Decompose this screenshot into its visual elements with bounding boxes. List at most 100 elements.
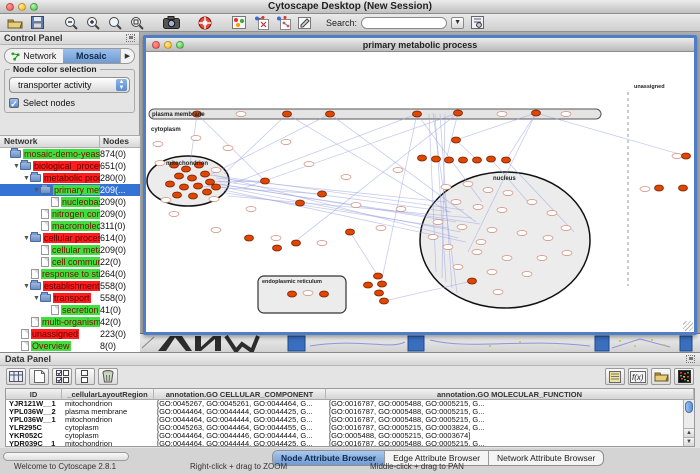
node-label[interactable] bbox=[453, 265, 463, 270]
search-options-icon[interactable] bbox=[468, 15, 486, 30]
tree-item-nucleobase-[interactable]: nucleobase-209(0) bbox=[0, 196, 140, 208]
table-row[interactable]: YJR121W__1mitochondrion[GO:0045267, GO:0… bbox=[6, 400, 683, 408]
node-label[interactable] bbox=[472, 250, 482, 255]
node-label[interactable] bbox=[561, 112, 571, 117]
open-session-icon[interactable] bbox=[6, 15, 24, 30]
tree-item-transport[interactable]: ▼transport558(0) bbox=[0, 292, 140, 304]
node-label[interactable] bbox=[271, 236, 281, 241]
node-label[interactable] bbox=[463, 182, 473, 187]
zoom-out-icon[interactable] bbox=[62, 15, 80, 30]
tree-item-overview[interactable]: Overview8(0) bbox=[0, 340, 140, 352]
expand-triangle-icon[interactable]: ▼ bbox=[23, 283, 30, 290]
node-label[interactable] bbox=[561, 226, 571, 231]
node[interactable] bbox=[682, 153, 691, 159]
edge[interactable] bbox=[506, 113, 536, 160]
color-attribute-dropdown[interactable]: transporter activity ▲▼ bbox=[9, 77, 130, 93]
node[interactable] bbox=[283, 111, 292, 117]
node[interactable] bbox=[166, 181, 175, 187]
snapshot-icon[interactable] bbox=[162, 15, 180, 30]
save-session-icon[interactable] bbox=[28, 15, 46, 30]
node-label[interactable] bbox=[303, 291, 313, 296]
matrix-icon[interactable] bbox=[674, 368, 694, 385]
import-table-icon[interactable] bbox=[651, 368, 671, 385]
tree-item-primary-metabo[interactable]: ▼primary metabo209(... bbox=[0, 184, 140, 196]
tree-item-multi-organism-pr[interactable]: multi-organism pr42(0) bbox=[0, 316, 140, 328]
node[interactable] bbox=[532, 110, 541, 116]
node-label[interactable] bbox=[304, 162, 314, 167]
node[interactable] bbox=[212, 184, 221, 190]
node-label[interactable] bbox=[209, 197, 219, 202]
table-row[interactable]: YKR052Ccytoplasm[GO:0044464, GO:0044446,… bbox=[6, 432, 683, 440]
node-label[interactable] bbox=[543, 236, 553, 241]
node-label[interactable] bbox=[155, 161, 165, 166]
edge[interactable] bbox=[456, 140, 477, 160]
node[interactable] bbox=[203, 189, 212, 195]
column-header-0[interactable]: ID bbox=[6, 389, 62, 399]
zoom-fit-icon[interactable] bbox=[128, 15, 146, 30]
attribute-batch-icon[interactable] bbox=[75, 368, 95, 385]
expand-triangle-icon[interactable]: ▼ bbox=[23, 175, 30, 182]
help-icon[interactable] bbox=[196, 15, 214, 30]
network-canvas[interactable]: plasma membranecytoplasmmitochondrionnuc… bbox=[146, 52, 694, 332]
node-label[interactable] bbox=[483, 188, 493, 193]
node[interactable] bbox=[378, 281, 387, 287]
node-label[interactable] bbox=[236, 112, 246, 117]
edge[interactable] bbox=[202, 174, 464, 210]
column-header-2[interactable]: annotation.GO CELLULAR_COMPONENT bbox=[154, 389, 326, 399]
import-attributes-icon[interactable] bbox=[274, 15, 292, 30]
node-label[interactable] bbox=[457, 225, 467, 230]
node-label[interactable] bbox=[433, 220, 443, 225]
table-scrollbar[interactable]: ▲ ▼ bbox=[683, 400, 694, 446]
scroll-up-icon[interactable]: ▲ bbox=[684, 428, 694, 437]
formula-notepad-icon[interactable] bbox=[605, 368, 625, 385]
edge[interactable] bbox=[536, 113, 686, 156]
edge[interactable] bbox=[350, 232, 378, 276]
node-label[interactable] bbox=[153, 142, 163, 147]
node[interactable] bbox=[326, 111, 335, 117]
node-label[interactable] bbox=[473, 205, 483, 210]
node-label[interactable] bbox=[441, 185, 451, 190]
tree-item-mosaic-demo-yeast[interactable]: mosaic-demo-yeast874(0) bbox=[0, 148, 140, 160]
tree-header-network[interactable]: Network bbox=[0, 136, 100, 147]
node-label[interactable] bbox=[562, 251, 572, 256]
expand-triangle-icon[interactable]: ▼ bbox=[33, 187, 40, 194]
node-label[interactable] bbox=[547, 211, 557, 216]
tab-mosaic[interactable]: Mosaic bbox=[63, 49, 121, 63]
edge[interactable] bbox=[224, 114, 287, 174]
node-label[interactable] bbox=[502, 256, 512, 261]
node[interactable] bbox=[288, 291, 297, 297]
node[interactable] bbox=[468, 278, 477, 284]
attribute-checklist-icon[interactable] bbox=[52, 368, 72, 385]
node[interactable] bbox=[189, 193, 198, 199]
float-panel-icon[interactable] bbox=[126, 34, 135, 42]
node-label[interactable] bbox=[246, 207, 256, 212]
node-label[interactable] bbox=[537, 256, 547, 261]
table-row[interactable]: YLR295Ccytoplasm[GO:0045263, GO:0044464,… bbox=[6, 424, 683, 432]
column-header-1[interactable]: _cellularLayoutRegion bbox=[62, 389, 154, 399]
table-row[interactable]: YPL036W__2plasma membrane[GO:0044464, GO… bbox=[6, 408, 683, 416]
search-dropdown-icon[interactable]: ▼ bbox=[451, 17, 464, 29]
node-label[interactable] bbox=[376, 226, 386, 231]
node-label[interactable] bbox=[281, 140, 291, 145]
node[interactable] bbox=[374, 273, 383, 279]
node[interactable] bbox=[245, 235, 254, 241]
node[interactable] bbox=[454, 110, 463, 116]
node-label[interactable] bbox=[211, 168, 221, 173]
node[interactable] bbox=[318, 191, 327, 197]
node-label[interactable] bbox=[522, 272, 532, 277]
select-nodes-checkbox[interactable]: ✓ bbox=[9, 98, 19, 108]
tree-item-cell-communicat[interactable]: cell communicat22(0) bbox=[0, 256, 140, 268]
node[interactable] bbox=[173, 192, 182, 198]
edge[interactable] bbox=[204, 114, 330, 178]
node-label[interactable] bbox=[393, 168, 403, 173]
node[interactable] bbox=[364, 282, 373, 288]
node-label[interactable] bbox=[428, 235, 438, 240]
node[interactable] bbox=[679, 185, 688, 191]
tree-item-macromolecule[interactable]: macromolecule311(0) bbox=[0, 220, 140, 232]
column-header-3[interactable]: annotation.GO MOLECULAR_FUNCTION bbox=[326, 389, 694, 399]
node[interactable] bbox=[502, 157, 511, 163]
float-data-panel-icon[interactable] bbox=[686, 355, 695, 363]
delete-attribute-icon[interactable] bbox=[98, 368, 118, 385]
node[interactable] bbox=[418, 155, 427, 161]
node-label[interactable] bbox=[351, 203, 361, 208]
